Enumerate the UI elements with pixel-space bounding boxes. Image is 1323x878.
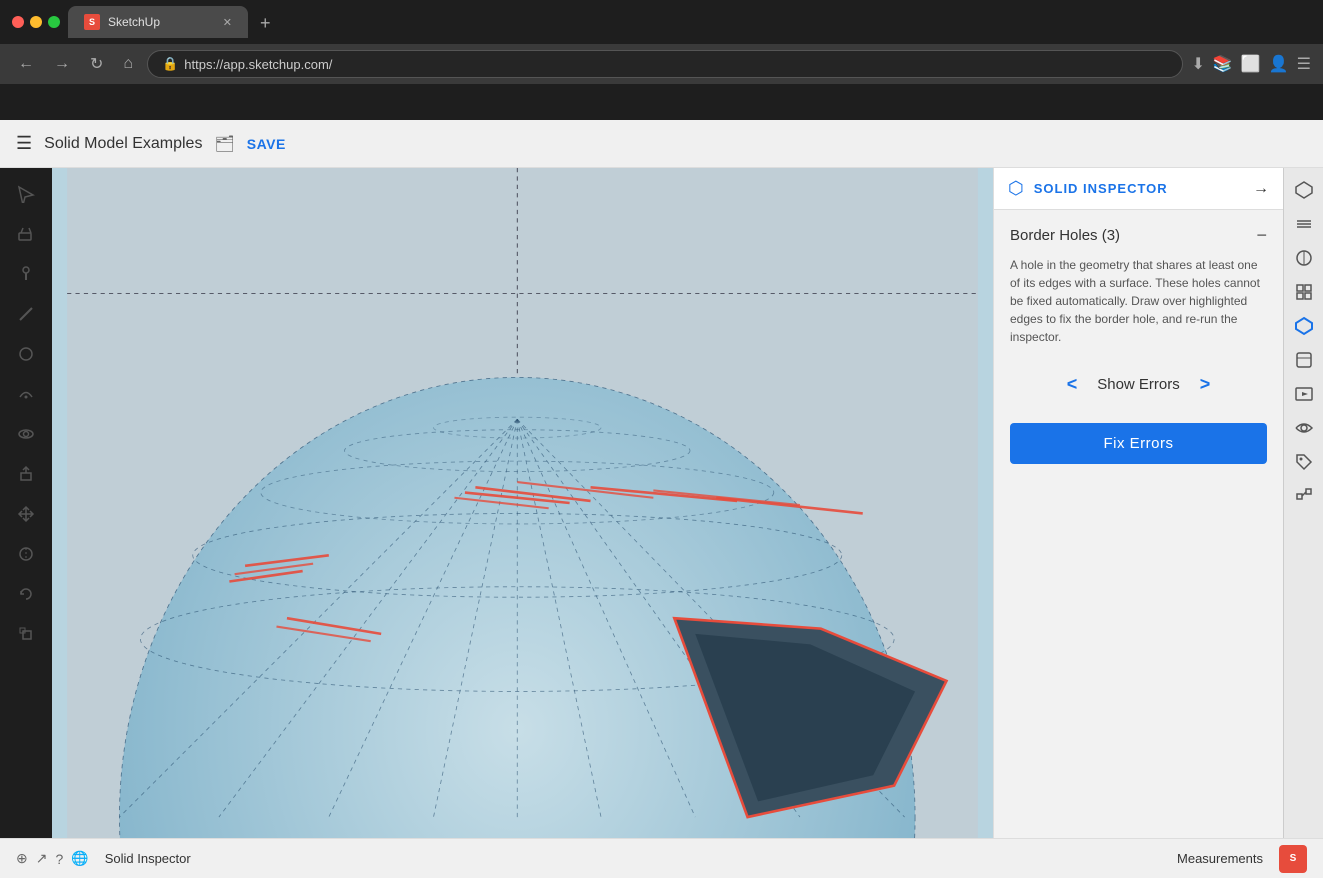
next-error-button[interactable]: >	[1200, 374, 1211, 395]
traffic-lights	[12, 16, 60, 28]
scale-tool[interactable]	[8, 616, 44, 652]
select-tool[interactable]	[8, 176, 44, 212]
layers-icon[interactable]	[1290, 210, 1318, 238]
section-title-row: Border Holes (3) −	[1010, 226, 1267, 244]
panel-header: ⬡ SOLID INSPECTOR →	[994, 168, 1283, 210]
globe-icon[interactable]: 🌐	[71, 850, 88, 867]
components-icon[interactable]	[1290, 278, 1318, 306]
url-bar[interactable]: 🔒 https://app.sketchup.com/	[147, 50, 1183, 78]
tags-icon[interactable]	[1290, 448, 1318, 476]
status-right: Measurements	[1177, 850, 1263, 868]
description-text: A hole in the geometry that shares at le…	[1010, 256, 1267, 346]
folder-icon[interactable]: 🗂	[214, 134, 234, 154]
eraser-tool[interactable]	[8, 216, 44, 252]
arc-tool[interactable]	[8, 376, 44, 412]
extensions-icon[interactable]	[1290, 482, 1318, 510]
forward-button[interactable]: →	[48, 51, 76, 77]
walk-icon[interactable]: ↗	[36, 850, 48, 867]
solid-inspector-panel: ⬡ SOLID INSPECTOR → Border Holes (3) − A…	[993, 168, 1283, 838]
fix-errors-button[interactable]: Fix Errors	[1010, 423, 1267, 464]
status-bar: ⊕ ↗ ? 🌐 Solid Inspector Measurements S	[0, 838, 1323, 878]
help-icon[interactable]: ?	[55, 851, 63, 867]
back-button[interactable]: ←	[12, 51, 40, 77]
solid-inspector-bar-icon[interactable]	[1290, 312, 1318, 340]
nav-icons: ⬇ 📚 ⬜ 👤 ☰	[1191, 54, 1311, 74]
profile-icon[interactable]: 👤	[1269, 54, 1289, 74]
url-text: https://app.sketchup.com/	[184, 57, 332, 72]
save-button[interactable]: SAVE	[247, 136, 286, 152]
move-tool[interactable]	[8, 496, 44, 532]
active-tab[interactable]: S SketchUp ✕	[68, 6, 248, 38]
menu-icon[interactable]: ☰	[1297, 54, 1311, 74]
sketchup-logo: S	[1279, 845, 1307, 873]
geo-location-icon[interactable]: ⊕	[16, 850, 28, 867]
show-errors-row: < Show Errors >	[1010, 366, 1267, 403]
browser-chrome: S SketchUp ✕ + ← → ↻ ⌂ 🔒 https://app.ske…	[0, 0, 1323, 84]
style-icon[interactable]	[1290, 244, 1318, 272]
home-button[interactable]: ⌂	[117, 51, 139, 77]
close-window-button[interactable]	[12, 16, 24, 28]
panel-body: Border Holes (3) − A hole in the geometr…	[994, 210, 1283, 838]
nav-bar: ← → ↻ ⌂ 🔒 https://app.sketchup.com/ ⬇ 📚 …	[0, 44, 1323, 84]
download-icon[interactable]: ⬇	[1191, 54, 1204, 74]
canvas-area[interactable]	[52, 168, 993, 838]
status-icons: ⊕ ↗ ? 🌐	[16, 850, 89, 867]
app-title: Solid Model Examples	[44, 135, 202, 153]
paint-tool[interactable]	[8, 256, 44, 292]
new-tab-button[interactable]: +	[252, 9, 279, 38]
bookmarks-icon[interactable]: 📚	[1213, 54, 1233, 74]
far-right-icon-bar	[1283, 168, 1323, 838]
browser-titlebar: S SketchUp ✕ +	[0, 0, 1323, 44]
minimize-window-button[interactable]	[30, 16, 42, 28]
shape-tool[interactable]	[8, 336, 44, 372]
panel-title: SOLID INSPECTOR	[1034, 181, 1243, 196]
active-tool-label: Solid Inspector	[105, 851, 191, 866]
tab-title: SketchUp	[108, 15, 160, 29]
push-pull-tool[interactable]	[8, 456, 44, 492]
measurements-label: Measurements	[1177, 851, 1263, 866]
app-toolbar: ☰ Solid Model Examples 🗂 SAVE	[0, 120, 1323, 168]
3d-model-icon[interactable]	[1290, 176, 1318, 204]
tab-favicon: S	[84, 14, 100, 30]
reload-button[interactable]: ↻	[84, 50, 109, 78]
rotate-tool[interactable]	[8, 576, 44, 612]
line-tool[interactable]	[8, 296, 44, 332]
materials-icon[interactable]	[1290, 346, 1318, 374]
panel-collapse-arrow[interactable]: →	[1253, 180, 1269, 198]
prev-error-button[interactable]: <	[1067, 374, 1078, 395]
left-toolbar	[0, 168, 52, 838]
section-title: Border Holes (3)	[1010, 227, 1120, 244]
tape-tool[interactable]	[8, 536, 44, 572]
show-errors-label: Show Errors	[1097, 376, 1180, 393]
main-layout: ⬡ SOLID INSPECTOR → Border Holes (3) − A…	[0, 168, 1323, 838]
hamburger-menu-icon[interactable]: ☰	[16, 133, 32, 154]
tabs-icon[interactable]: ⬜	[1241, 54, 1261, 74]
view-icon[interactable]	[1290, 414, 1318, 442]
scenes-icon[interactable]	[1290, 380, 1318, 408]
maximize-window-button[interactable]	[48, 16, 60, 28]
tab-close-button[interactable]: ✕	[223, 16, 232, 29]
solid-inspector-icon: ⬡	[1008, 178, 1024, 199]
section-collapse-button[interactable]: −	[1256, 226, 1267, 244]
orbit-tool[interactable]	[8, 416, 44, 452]
